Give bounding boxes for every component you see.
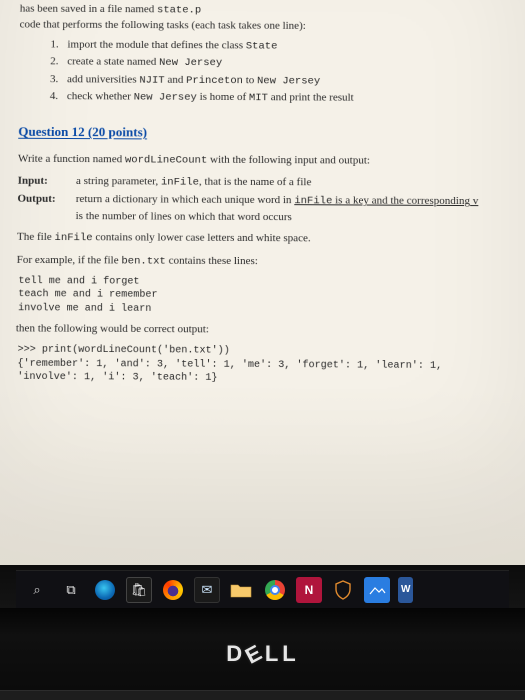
- laptop-lower: ⌕ ⧉ 🛍 ✉ N W DELL: [0, 565, 525, 700]
- firefox-icon[interactable]: [160, 577, 186, 603]
- netflix-icon[interactable]: N: [296, 577, 322, 603]
- file-note: The file inFile contains only lower case…: [17, 230, 509, 249]
- question-intro: Write a function named wordLineCount wit…: [18, 152, 508, 171]
- task-list: import the module that defines the class…: [61, 38, 508, 108]
- question-heading: Question 12 (20 points): [18, 123, 508, 144]
- intro-main: code that performs the following tasks (…: [20, 19, 306, 32]
- input-label: Input:: [18, 174, 66, 190]
- laptop-lip: [0, 690, 525, 700]
- windows-taskbar: ⌕ ⧉ 🛍 ✉ N W: [16, 570, 509, 608]
- dell-logo: DELL: [226, 641, 298, 667]
- then-line: then the following would be correct outp…: [16, 322, 509, 341]
- intro-line: has been saved in a file named state.p c…: [20, 2, 509, 36]
- file-explorer-icon[interactable]: [228, 577, 254, 603]
- output-label: Output:: [17, 192, 66, 224]
- security-icon[interactable]: [330, 577, 356, 603]
- input-row: Input: a string parameter, inFile, that …: [18, 174, 509, 193]
- task-item: check whether New Jersey is home of MIT …: [61, 89, 508, 107]
- task-view-icon[interactable]: ⧉: [58, 577, 84, 603]
- photo-of-screen: has been saved in a file named state.p c…: [0, 0, 525, 700]
- photos-icon[interactable]: [364, 577, 390, 603]
- document-page: has been saved in a file named state.p c…: [0, 0, 525, 570]
- edge-icon[interactable]: [92, 577, 118, 603]
- repl-output: >>> print(wordLineCount('ben.txt')) {'re…: [17, 344, 509, 388]
- example-intro: For example, if the file ben.txt contain…: [17, 253, 509, 272]
- intro-filename: state.p: [157, 4, 201, 16]
- search-icon[interactable]: ⌕: [24, 577, 50, 603]
- output-row: Output: return a dictionary in which eac…: [17, 192, 508, 227]
- intro-tail-fragment: has been saved in a file named: [20, 3, 157, 16]
- task-item: import the module that defines the class…: [61, 38, 508, 56]
- task-item: create a state named New Jersey: [61, 55, 508, 73]
- chrome-icon[interactable]: [262, 577, 288, 603]
- mail-icon[interactable]: ✉: [194, 577, 220, 603]
- store-icon[interactable]: 🛍: [126, 577, 152, 603]
- example-file-contents: tell me and i forget teach me and i reme…: [18, 275, 509, 318]
- laptop-bezel: DELL: [0, 608, 525, 700]
- word-icon[interactable]: W: [398, 577, 413, 603]
- task-item: add universities NJIT and Princeton to N…: [61, 72, 508, 90]
